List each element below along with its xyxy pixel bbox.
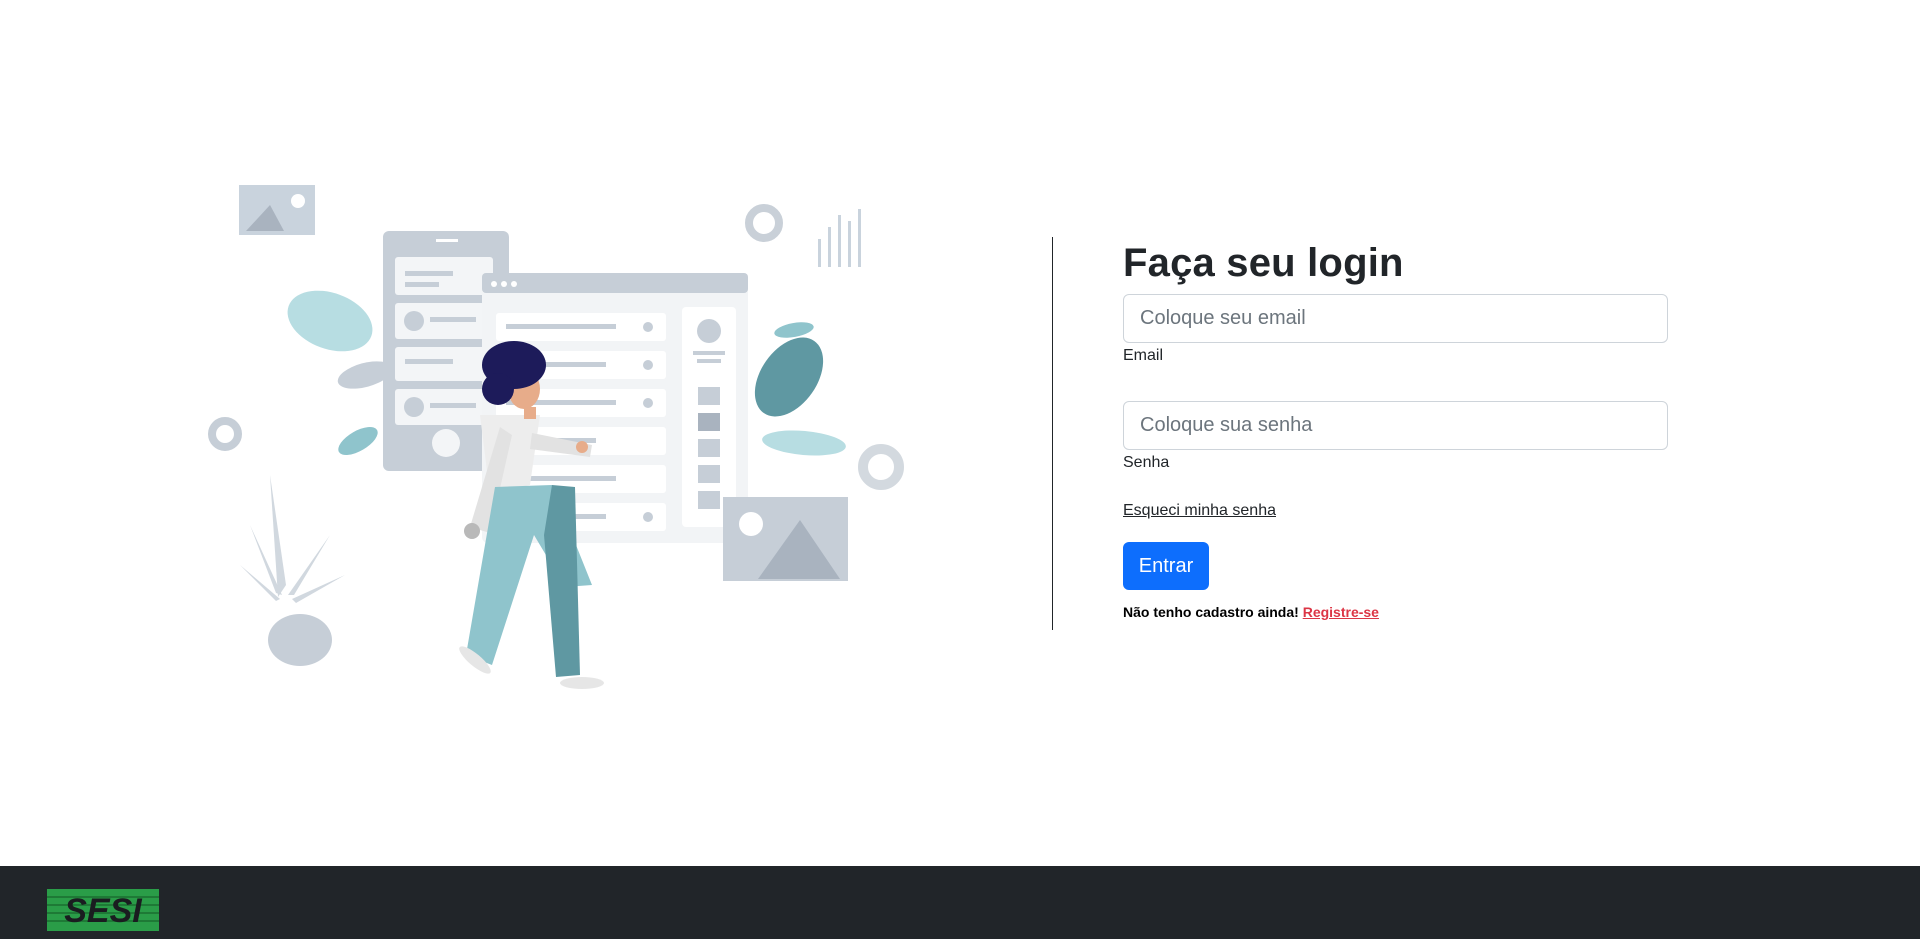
password-label: Senha [1123,454,1170,471]
login-illustration [200,175,920,705]
picture-frame-icon [239,185,315,235]
email-group: Email [1123,294,1668,366]
email-label: Email [1123,347,1164,364]
register-prompt: Não tenho cadastro ainda! Registre-se [1123,604,1668,620]
password-input[interactable] [1123,401,1668,450]
no-account-text: Não tenho cadastro ainda! [1123,604,1299,620]
sesi-logo: SESI [47,889,159,931]
register-link[interactable]: Registre-se [1303,604,1379,620]
page-title: Faça seu login [1123,241,1404,285]
email-input[interactable] [1123,294,1668,343]
forgot-password-link[interactable]: Esqueci minha senha [1123,502,1276,520]
footer: SESI [0,866,1920,939]
login-form: Faça seu login Email Senha Esqueci minha… [1123,236,1668,620]
submit-button[interactable]: Entrar [1123,542,1209,590]
logo-text: SESI [64,892,143,930]
vertical-divider [1052,237,1053,630]
password-group: Senha [1123,401,1668,473]
